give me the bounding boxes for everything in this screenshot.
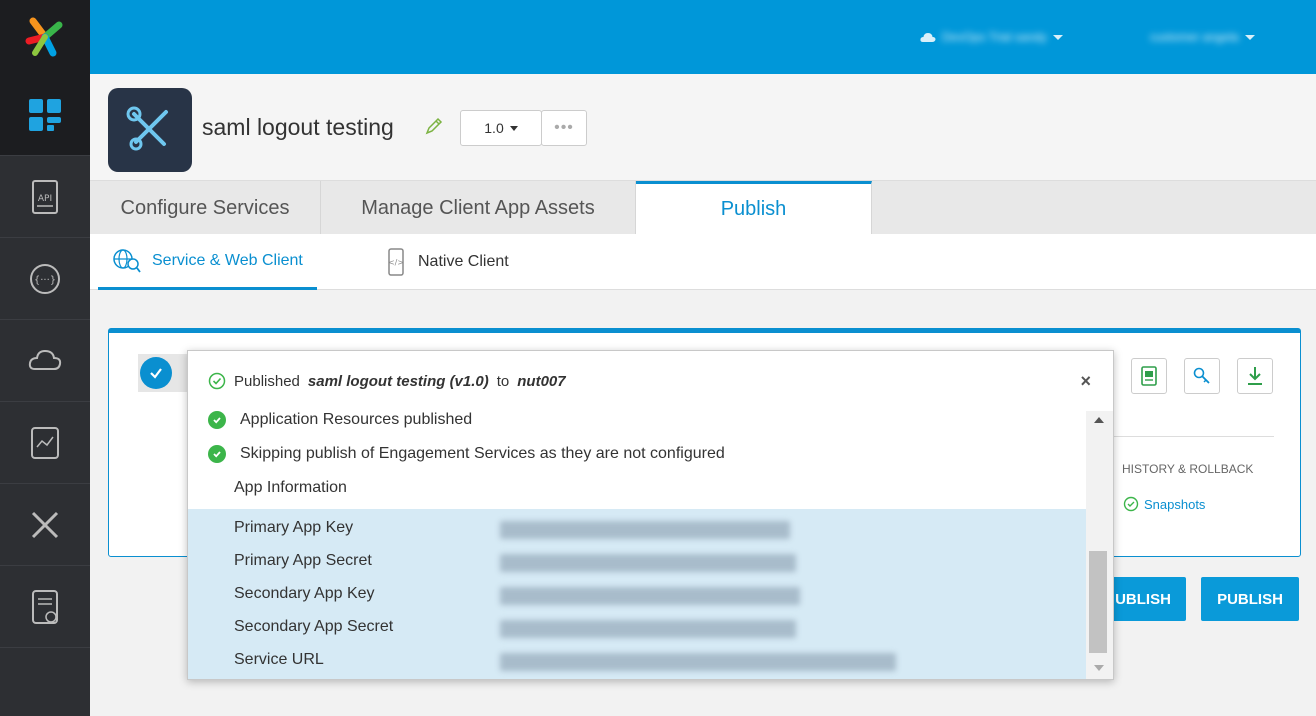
check-circle-icon	[208, 445, 226, 463]
scroll-down-icon[interactable]	[1094, 665, 1104, 671]
popup-body: Application Resources published Skipping…	[188, 411, 1086, 679]
tab-manage-client-app-assets[interactable]: Manage Client App Assets	[321, 181, 636, 235]
chat-icon[interactable]: {···}	[0, 238, 90, 320]
mobile-code-icon: </>	[388, 248, 404, 276]
masked-value	[500, 653, 896, 671]
version-label: 1.0	[484, 120, 504, 136]
check-icon[interactable]	[140, 357, 172, 389]
key-row-label: Secondary App Secret	[234, 618, 394, 635]
globe-search-icon	[113, 248, 141, 273]
chevron-down-icon	[509, 125, 518, 131]
popup-to: to	[496, 372, 510, 390]
subtab-label: Native Client	[418, 253, 509, 270]
key-row-label: Secondary App Key	[234, 585, 375, 602]
popup-scrollbar[interactable]	[1086, 411, 1113, 679]
popup-target: nut007	[517, 372, 566, 390]
popup-prefix: Published	[234, 372, 300, 390]
key-row-label: Service URL	[234, 651, 324, 668]
app-information-label: App Information	[234, 479, 347, 496]
subtab-label: Service & Web Client	[152, 251, 303, 269]
masked-value	[500, 620, 796, 638]
subtab-native-client[interactable]: </> Native Client	[386, 234, 509, 290]
download-button[interactable]	[1237, 358, 1273, 394]
key-icon	[1193, 367, 1210, 384]
popup-header: Published saml logout testing (v1.0) to …	[188, 351, 1113, 411]
cloud-icon	[920, 33, 936, 42]
close-button[interactable]: ×	[1080, 371, 1091, 392]
app-logo-icon[interactable]	[0, 0, 90, 74]
edit-pencil-icon[interactable]	[424, 116, 444, 136]
document-grid-icon	[1141, 366, 1157, 386]
status-resources: Application Resources published	[208, 411, 472, 429]
svg-text:API: API	[38, 194, 52, 204]
snapshots-link[interactable]: Snapshots	[1122, 495, 1205, 513]
masked-value	[500, 554, 796, 572]
document-icon[interactable]	[0, 566, 90, 648]
account-label: DevOps Trial sandy	[942, 30, 1047, 44]
app-keys-table: Primary App Key Primary App Secret Secon…	[188, 509, 1086, 679]
app-info-button[interactable]	[1131, 358, 1167, 394]
tab-configure-services[interactable]: Configure Services	[90, 181, 321, 235]
chevron-down-icon	[1052, 34, 1063, 40]
snapshots-label: Snapshots	[1144, 496, 1206, 512]
check-circle-icon	[208, 411, 226, 429]
history-rollback-label: HISTORY & ROLLBACK	[1122, 462, 1254, 476]
status-engagement: Skipping publish of Engagement Services …	[208, 445, 725, 463]
cloud-icon[interactable]	[0, 320, 90, 402]
user-menu[interactable]: customer angela	[1150, 30, 1255, 44]
main-tabs: Configure Services Manage Client App Ass…	[90, 180, 1316, 235]
key-row-label: Primary App Secret	[234, 552, 372, 569]
top-bar: DevOps Trial sandy customer angela	[90, 0, 1316, 74]
scrollbar-thumb[interactable]	[1089, 551, 1107, 653]
chevron-down-icon	[1244, 34, 1255, 40]
masked-value	[500, 521, 790, 539]
app-tools-icon	[108, 88, 192, 172]
user-label: customer angela	[1150, 30, 1239, 44]
snapshot-refresh-icon	[1123, 496, 1139, 512]
sub-tabs: Service & Web Client </> Native Client	[90, 234, 1316, 290]
masked-value	[500, 587, 800, 605]
left-rail: API {···}	[0, 0, 90, 716]
api-icon[interactable]: API	[0, 156, 90, 238]
popup-app-version: saml logout testing (v1.0)	[307, 372, 489, 390]
keys-button[interactable]	[1184, 358, 1220, 394]
publish-button[interactable]: PUBLISH	[1201, 577, 1299, 621]
app-header: saml logout testing 1.0 •••	[90, 74, 1316, 180]
account-selector[interactable]: DevOps Trial sandy	[920, 30, 1063, 44]
subtab-service-web-client[interactable]: Service & Web Client	[98, 234, 317, 290]
more-options-button[interactable]: •••	[541, 110, 587, 146]
tab-publish[interactable]: Publish	[636, 181, 872, 235]
analytics-icon[interactable]	[0, 402, 90, 484]
version-dropdown[interactable]: 1.0	[460, 110, 542, 146]
download-icon	[1248, 367, 1262, 385]
key-row-label: Primary App Key	[234, 519, 354, 536]
svg-text:{···}: {···}	[34, 275, 56, 286]
divider	[1110, 436, 1274, 437]
status-text: Skipping publish of Engagement Services …	[240, 445, 725, 462]
status-text: Application Resources published	[240, 411, 473, 428]
tools-icon[interactable]	[0, 484, 90, 566]
success-circle-icon	[208, 372, 226, 390]
publish-result-popup: Published saml logout testing (v1.0) to …	[187, 350, 1114, 680]
app-title: saml logout testing	[202, 114, 394, 140]
dashboard-icon[interactable]	[0, 74, 90, 156]
scroll-up-icon[interactable]	[1094, 417, 1104, 423]
svg-text:</>: </>	[388, 258, 404, 267]
